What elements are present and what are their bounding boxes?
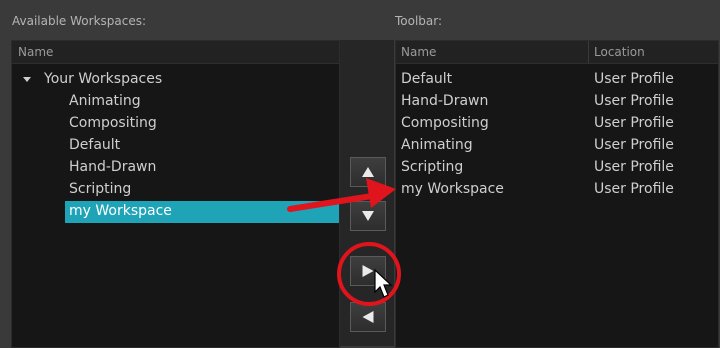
mouse-cursor-icon <box>374 268 393 298</box>
annotation-overlay <box>287 178 401 306</box>
highlight-circle-icon <box>337 242 401 306</box>
red-arrow-icon <box>287 178 396 212</box>
